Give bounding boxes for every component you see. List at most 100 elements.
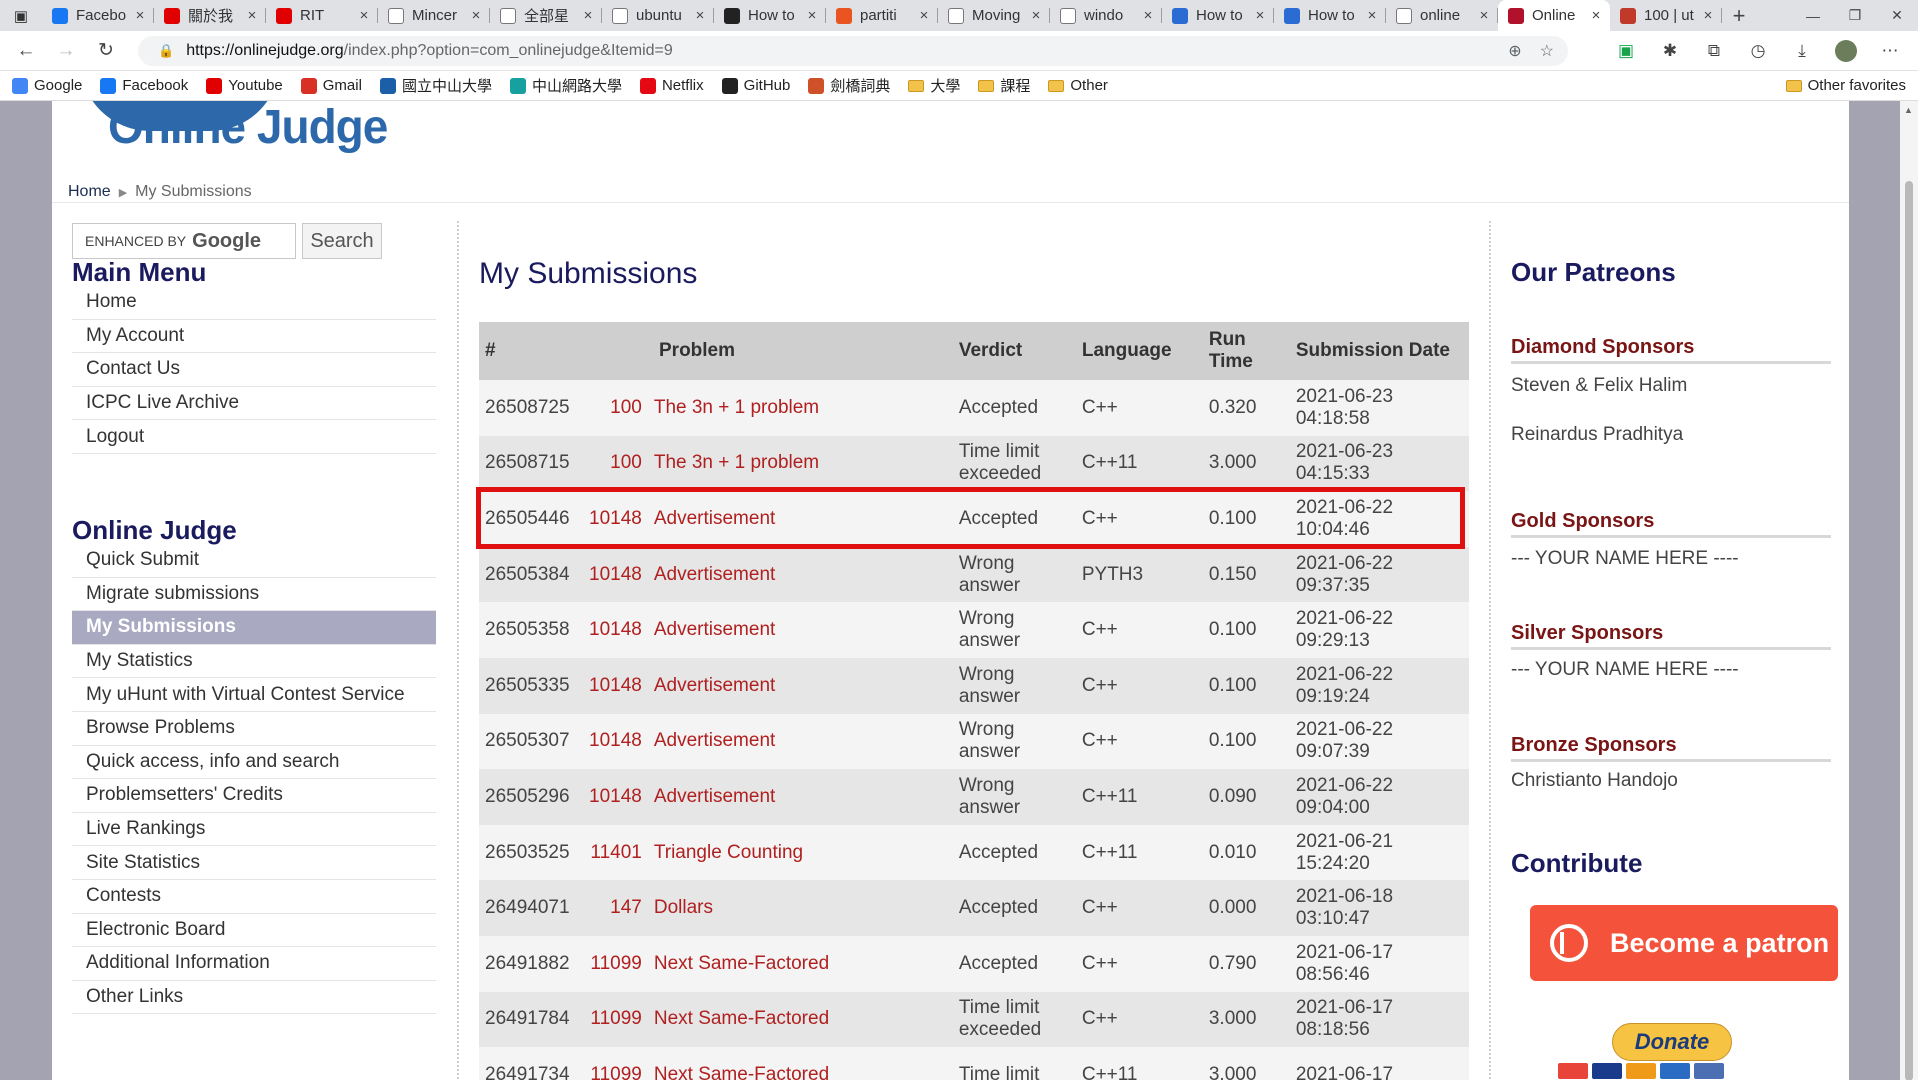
- tab-close-icon[interactable]: ×: [1700, 7, 1716, 24]
- donate-button[interactable]: Donate: [1612, 1023, 1732, 1061]
- tab[interactable]: Facebo ×: [42, 0, 154, 31]
- tab[interactable]: windo ×: [1050, 0, 1162, 31]
- problem-name-link[interactable]: The 3n + 1 problem: [647, 435, 953, 492]
- menu-item[interactable]: Migrate submissions: [72, 578, 436, 612]
- bookmark-item[interactable]: 課程: [978, 75, 1030, 96]
- menu-item[interactable]: ICPC Live Archive: [72, 387, 436, 421]
- search-button[interactable]: Search: [302, 223, 382, 259]
- tab[interactable]: ubuntu ×: [602, 0, 714, 31]
- tab-close-icon[interactable]: ×: [468, 7, 484, 24]
- tab[interactable]: RIT ×: [266, 0, 378, 31]
- minimize-icon[interactable]: —: [1792, 0, 1834, 31]
- menu-item[interactable]: Quick Submit: [72, 544, 436, 578]
- tab[interactable]: How to ×: [1274, 0, 1386, 31]
- problem-number-link[interactable]: 11099: [583, 935, 648, 992]
- bookmark-item[interactable]: Gmail: [300, 77, 362, 94]
- bookmark-item[interactable]: 中山網路大學: [509, 75, 622, 96]
- scroll-up-icon[interactable]: ▲: [1904, 105, 1913, 115]
- tab-close-icon[interactable]: ×: [1140, 7, 1156, 24]
- problem-number-link[interactable]: 11401: [583, 824, 648, 881]
- tab-close-icon[interactable]: ×: [244, 7, 260, 24]
- downloads-icon[interactable]: ⤓: [1780, 41, 1824, 61]
- menu-item[interactable]: My Statistics: [72, 645, 436, 679]
- menu-item[interactable]: Browse Problems: [72, 712, 436, 746]
- tab-close-icon[interactable]: ×: [132, 7, 148, 24]
- bookmark-item[interactable]: Netflix: [639, 77, 704, 94]
- scroll-thumb[interactable]: [1905, 181, 1913, 1080]
- tab[interactable]: Mincer ×: [378, 0, 490, 31]
- problem-name-link[interactable]: Advertisement: [647, 546, 953, 603]
- menu-item[interactable]: Contact Us: [72, 353, 436, 387]
- menu-item[interactable]: Electronic Board: [72, 914, 436, 948]
- problem-number-link[interactable]: 10148: [583, 657, 648, 714]
- search-input[interactable]: ENHANCED BY Google: [72, 223, 296, 259]
- tab[interactable]: 關於我 ×: [154, 0, 266, 31]
- problem-name-link[interactable]: Advertisement: [647, 657, 953, 714]
- become-patron-button[interactable]: Become a patron: [1530, 905, 1838, 981]
- menu-item[interactable]: Contests: [72, 880, 436, 914]
- problem-name-link[interactable]: Next Same-Factored: [647, 991, 953, 1048]
- problem-name-link[interactable]: Triangle Counting: [647, 824, 953, 881]
- tab[interactable]: 100 | ut ×: [1610, 0, 1722, 31]
- menu-item[interactable]: Other Links: [72, 981, 436, 1015]
- menu-item[interactable]: Site Statistics: [72, 846, 436, 880]
- url-field[interactable]: 🔒 https://onlinejudge.org/index.php?opti…: [138, 36, 1568, 66]
- menu-item[interactable]: My Submissions: [72, 611, 436, 645]
- bookmark-item[interactable]: 國立中山大學: [379, 75, 492, 96]
- restore-icon[interactable]: ❐: [1834, 0, 1876, 31]
- tab[interactable]: 全部星 ×: [490, 0, 602, 31]
- problem-name-link[interactable]: Dollars: [647, 880, 953, 936]
- tab[interactable]: How to ×: [1162, 0, 1274, 31]
- menu-item[interactable]: My Account: [72, 320, 436, 354]
- tab[interactable]: online ×: [1386, 0, 1498, 31]
- favorite-star-icon[interactable]: ☆: [1540, 41, 1554, 61]
- problem-number-link[interactable]: 147: [583, 880, 648, 936]
- extension-grammarly-icon[interactable]: ▣: [1604, 41, 1648, 61]
- menu-item[interactable]: Problemsetters' Credits: [72, 779, 436, 813]
- problem-number-link[interactable]: 11099: [583, 991, 648, 1048]
- tab-actions-icon[interactable]: ▣: [0, 0, 42, 31]
- tab[interactable]: Moving ×: [938, 0, 1050, 31]
- menu-item[interactable]: Live Rankings: [72, 813, 436, 847]
- problem-name-link[interactable]: Advertisement: [647, 713, 953, 770]
- bookmark-item[interactable]: 大學: [908, 75, 960, 96]
- bookmark-item[interactable]: Youtube: [206, 77, 283, 94]
- tab-close-icon[interactable]: ×: [916, 7, 932, 24]
- menu-item[interactable]: Logout: [72, 420, 436, 454]
- problem-number-link[interactable]: 10148: [583, 713, 648, 770]
- tab-close-icon[interactable]: ×: [1588, 7, 1604, 24]
- problem-name-link[interactable]: The 3n + 1 problem: [647, 380, 953, 436]
- close-window-icon[interactable]: ✕: [1876, 0, 1918, 31]
- new-tab-button[interactable]: +: [1722, 3, 1756, 29]
- problem-name-link[interactable]: Advertisement: [647, 602, 953, 658]
- zoom-icon[interactable]: ⊕: [1508, 41, 1521, 61]
- problem-number-link[interactable]: 10148: [583, 491, 648, 547]
- tab-close-icon[interactable]: ×: [1028, 7, 1044, 24]
- menu-item[interactable]: Additional Information: [72, 947, 436, 981]
- problem-name-link[interactable]: Advertisement: [647, 491, 953, 547]
- menu-item[interactable]: Quick access, info and search: [72, 746, 436, 780]
- bookmark-item[interactable]: 劍橋詞典: [808, 75, 890, 96]
- problem-number-link[interactable]: 100: [583, 380, 648, 436]
- problem-number-link[interactable]: 11099: [583, 1047, 648, 1080]
- bookmark-item[interactable]: Google: [12, 77, 82, 94]
- bookmark-item[interactable]: Other: [1048, 77, 1108, 94]
- bookmark-item[interactable]: Facebook: [100, 77, 188, 94]
- back-button[interactable]: ←: [6, 31, 46, 71]
- history-icon[interactable]: ◷: [1736, 41, 1780, 61]
- problem-number-link[interactable]: 10148: [583, 546, 648, 603]
- problem-number-link[interactable]: 10148: [583, 602, 648, 658]
- problem-number-link[interactable]: 10148: [583, 769, 648, 825]
- tab-close-icon[interactable]: ×: [1364, 7, 1380, 24]
- profile-avatar[interactable]: [1835, 40, 1857, 62]
- problem-name-link[interactable]: Next Same-Factored: [647, 1047, 953, 1080]
- menu-item[interactable]: Home: [72, 286, 436, 320]
- tab-close-icon[interactable]: ×: [580, 7, 596, 24]
- tab-close-icon[interactable]: ×: [356, 7, 372, 24]
- tab[interactable]: Online ×: [1498, 0, 1610, 31]
- tab-close-icon[interactable]: ×: [1476, 7, 1492, 24]
- problem-name-link[interactable]: Next Same-Factored: [647, 935, 953, 992]
- other-favorites[interactable]: Other favorites: [1785, 77, 1906, 94]
- settings-more-icon[interactable]: ⋯: [1868, 41, 1912, 61]
- page-scrollbar[interactable]: ▲: [1900, 101, 1918, 1080]
